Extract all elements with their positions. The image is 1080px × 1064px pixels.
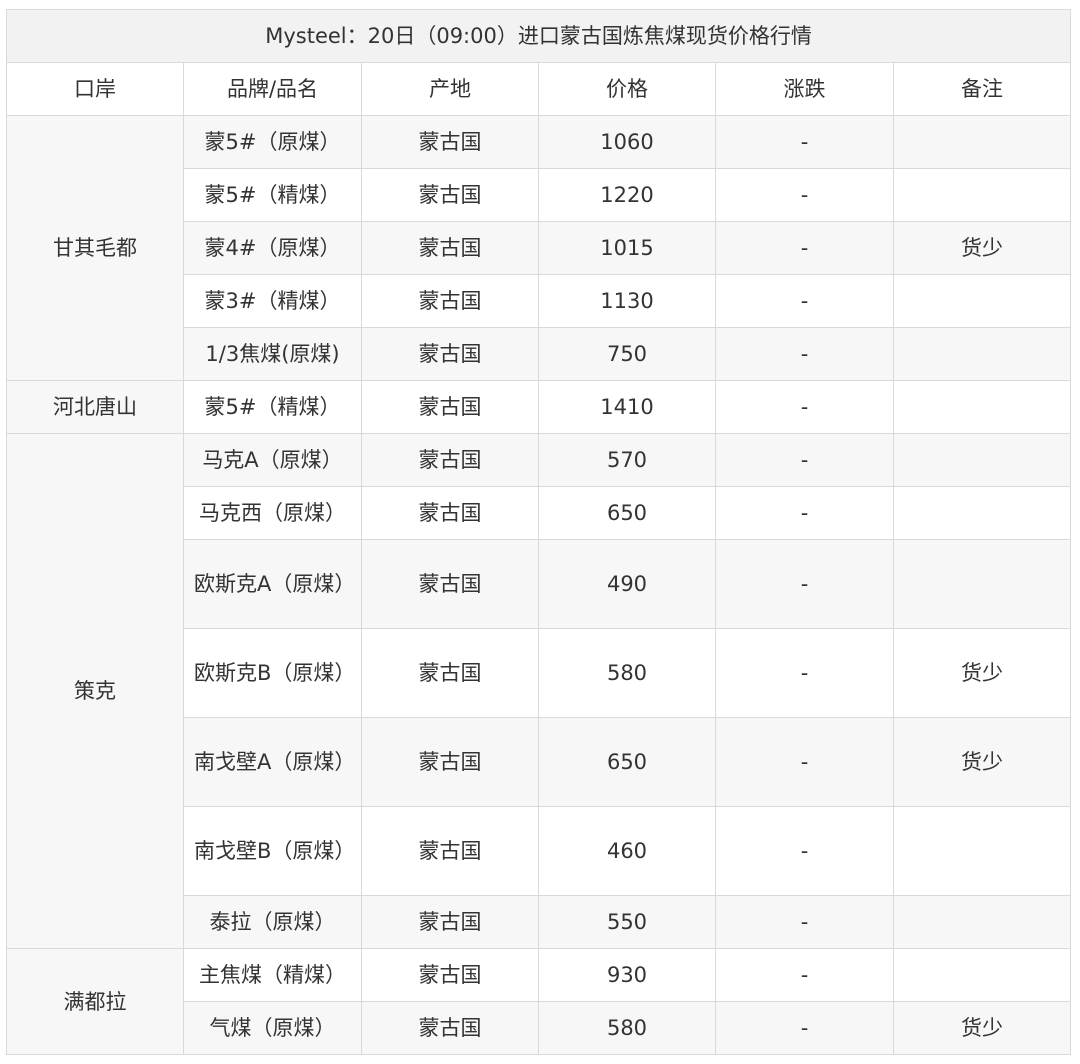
price-cell: 750 — [538, 327, 716, 381]
brand-cell: 马克A（原煤） — [183, 433, 362, 487]
origin-cell: 蒙古国 — [361, 433, 539, 487]
note-cell — [892, 274, 1072, 328]
change-cell: - — [715, 221, 894, 275]
note-cell — [892, 806, 1072, 896]
origin-cell: 蒙古国 — [361, 539, 539, 629]
origin-cell: 蒙古国 — [361, 948, 539, 1002]
note-cell — [892, 539, 1072, 629]
brand-cell: 蒙3#（精煤） — [183, 274, 362, 328]
change-cell: - — [715, 327, 894, 381]
brand-cell: 蒙5#（精煤） — [183, 168, 362, 222]
table-row: 满都拉 主焦煤（精煤） 蒙古国 930- — [6, 948, 1072, 1055]
table-title: Mysteel：20日（09:00）进口蒙古国炼焦煤现货价格行情 — [5, 9, 1072, 63]
brand-cell: 蒙5#（精煤） — [183, 380, 362, 434]
price-cell: 1130 — [538, 274, 716, 328]
header-price: 价格 — [538, 62, 716, 116]
table-row: 甘其毛都 蒙5#（原煤） 蒙古国 1060- — [6, 115, 1072, 381]
note-cell: 货少 — [892, 1001, 1072, 1055]
change-cell: - — [715, 274, 894, 328]
brand-cell: 马克西（原煤） — [183, 486, 362, 540]
change-cell: - — [715, 895, 894, 949]
price-table-container: Mysteel：20日（09:00）进口蒙古国炼焦煤现货价格行情 口岸 品牌/品… — [5, 9, 1072, 1055]
origin-cell: 蒙古国 — [361, 168, 539, 222]
port-cell: 策克 — [6, 433, 184, 949]
change-cell: - — [715, 115, 894, 169]
note-cell — [892, 948, 1072, 1002]
note-cell — [892, 115, 1072, 169]
note-cell — [892, 327, 1072, 381]
price-cell: 1015 — [538, 221, 716, 275]
change-cell: - — [715, 1001, 894, 1055]
origin-cell: 蒙古国 — [361, 486, 539, 540]
note-cell — [892, 168, 1072, 222]
table-header-row: 口岸 品牌/品名 产地 价格 涨跌 备注 — [6, 62, 1072, 116]
header-port: 口岸 — [6, 62, 184, 116]
brand-cell: 气煤（原煤） — [183, 1001, 362, 1055]
change-cell: - — [715, 380, 894, 434]
origin-cell: 蒙古国 — [361, 717, 539, 807]
change-cell: - — [715, 717, 894, 807]
header-brand: 品牌/品名 — [183, 62, 362, 116]
port-cell: 河北唐山 — [6, 380, 184, 434]
origin-cell: 蒙古国 — [361, 380, 539, 434]
table-row: 策克 马克A（原煤） 蒙古国 570- — [6, 433, 1072, 949]
origin-cell: 蒙古国 — [361, 628, 539, 718]
price-cell: 460 — [538, 806, 716, 896]
port-cell: 甘其毛都 — [6, 115, 184, 381]
note-cell — [892, 486, 1072, 540]
price-cell: 580 — [538, 628, 716, 718]
price-cell: 930 — [538, 948, 716, 1002]
brand-cell: 南戈壁A（原煤） — [183, 717, 362, 807]
origin-cell: 蒙古国 — [361, 274, 539, 328]
brand-cell: 主焦煤（精煤） — [183, 948, 362, 1002]
note-cell: 货少 — [892, 628, 1072, 718]
price-table: Mysteel：20日（09:00）进口蒙古国炼焦煤现货价格行情 口岸 品牌/品… — [5, 9, 1072, 1055]
brand-cell: 1/3焦煤(原煤) — [183, 327, 362, 381]
price-cell: 1410 — [538, 380, 716, 434]
price-cell: 490 — [538, 539, 716, 629]
price-cell: 570 — [538, 433, 716, 487]
price-cell: 550 — [538, 895, 716, 949]
note-cell: 货少 — [892, 221, 1072, 275]
origin-cell: 蒙古国 — [361, 1001, 539, 1055]
brand-cell: 蒙4#（原煤） — [183, 221, 362, 275]
origin-cell: 蒙古国 — [361, 327, 539, 381]
change-cell: - — [715, 486, 894, 540]
note-cell: 货少 — [892, 717, 1072, 807]
brand-cell: 欧斯克B（原煤） — [183, 628, 362, 718]
change-cell: - — [715, 433, 894, 487]
change-cell: - — [715, 539, 894, 629]
note-cell — [892, 380, 1072, 434]
table-row: 河北唐山 蒙5#（精煤） 蒙古国 1410- — [6, 380, 1072, 434]
origin-cell: 蒙古国 — [361, 221, 539, 275]
change-cell: - — [715, 948, 894, 1002]
change-cell: - — [715, 806, 894, 896]
price-cell: 580 — [538, 1001, 716, 1055]
brand-cell: 南戈壁B（原煤） — [183, 806, 362, 896]
header-note: 备注 — [892, 62, 1072, 116]
change-cell: - — [715, 168, 894, 222]
price-cell: 650 — [538, 717, 716, 807]
brand-cell: 蒙5#（原煤） — [183, 115, 362, 169]
table-title-row: Mysteel：20日（09:00）进口蒙古国炼焦煤现货价格行情 — [5, 9, 1072, 63]
port-cell: 满都拉 — [6, 948, 184, 1055]
brand-cell: 泰拉（原煤） — [183, 895, 362, 949]
brand-cell: 欧斯克A（原煤） — [183, 539, 362, 629]
price-cell: 650 — [538, 486, 716, 540]
origin-cell: 蒙古国 — [361, 895, 539, 949]
price-cell: 1220 — [538, 168, 716, 222]
origin-cell: 蒙古国 — [361, 115, 539, 169]
change-cell: - — [715, 628, 894, 718]
header-change: 涨跌 — [715, 62, 894, 116]
price-cell: 1060 — [538, 115, 716, 169]
note-cell — [892, 433, 1072, 487]
note-cell — [892, 895, 1072, 949]
origin-cell: 蒙古国 — [361, 806, 539, 896]
header-origin: 产地 — [361, 62, 539, 116]
